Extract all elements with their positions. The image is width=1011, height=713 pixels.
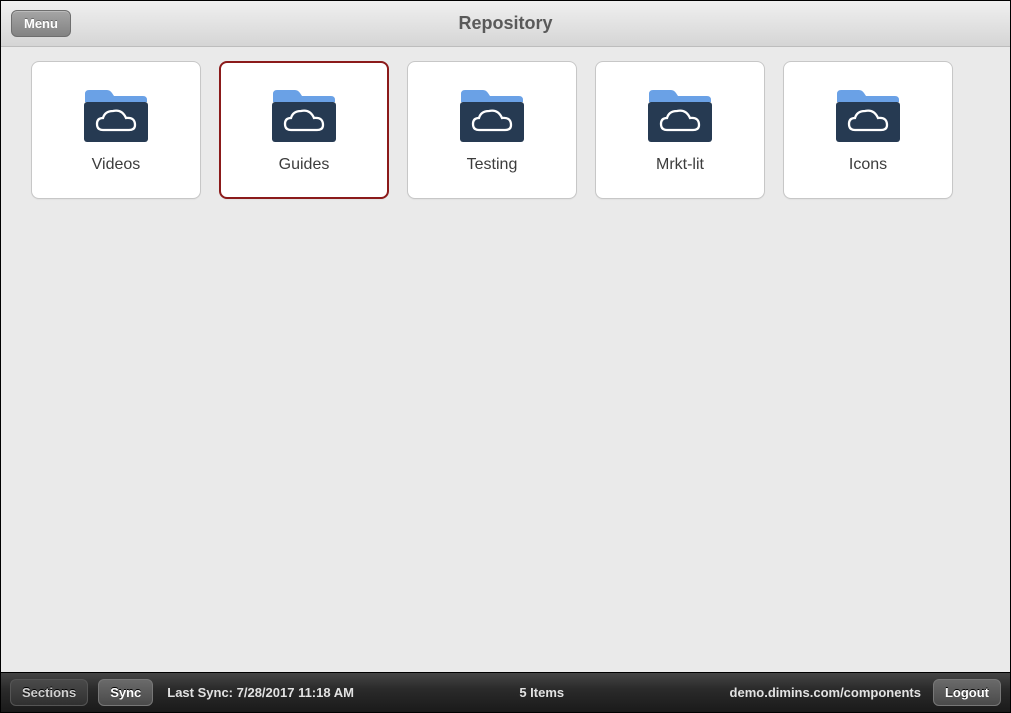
header-bar: Menu Repository [1,1,1010,47]
menu-button[interactable]: Menu [11,10,71,37]
folder-tile-guides[interactable]: Guides [219,61,389,199]
footer-bar: Sections Sync Last Sync: 7/28/2017 11:18… [1,672,1010,712]
cloud-folder-icon [271,90,337,142]
folder-tile-mrkt-lit[interactable]: Mrkt-lit [595,61,765,199]
folder-tile-videos[interactable]: Videos [31,61,201,199]
folder-label: Testing [467,156,518,174]
logout-button[interactable]: Logout [933,679,1001,706]
folder-label: Mrkt-lit [656,156,704,174]
sections-button[interactable]: Sections [10,679,88,706]
folder-label: Icons [849,156,887,174]
server-url: demo.dimins.com/components [730,685,921,700]
folder-label: Guides [279,156,330,174]
cloud-folder-icon [83,90,149,142]
folder-tile-icons[interactable]: Icons [783,61,953,199]
item-count: 5 Items [519,685,564,700]
cloud-folder-icon [647,90,713,142]
cloud-folder-icon [459,90,525,142]
last-sync-text: Last Sync: 7/28/2017 11:18 AM [167,685,354,700]
folder-label: Videos [92,156,141,174]
sync-button[interactable]: Sync [98,679,153,706]
page-title: Repository [1,13,1010,34]
cloud-folder-icon [835,90,901,142]
folder-tile-testing[interactable]: Testing [407,61,577,199]
folder-grid: Videos Guides Testing Mrkt-lit Icons [1,47,1010,672]
